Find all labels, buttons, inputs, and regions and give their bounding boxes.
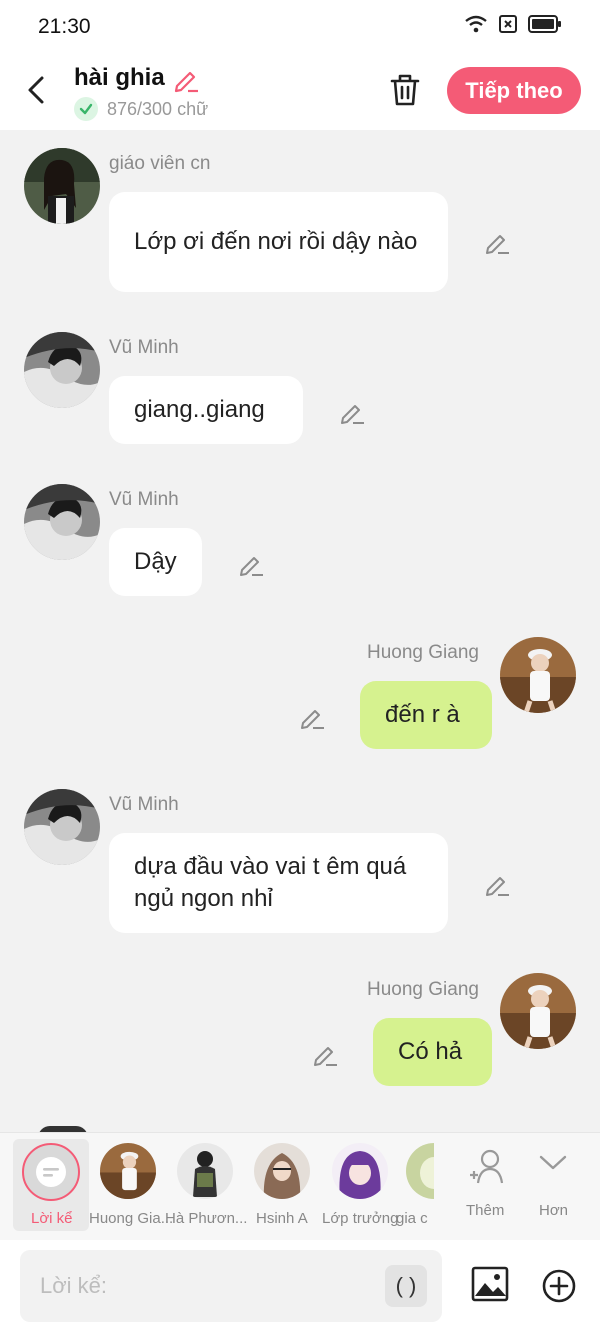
next-button[interactable]: Tiếp theo bbox=[447, 67, 581, 114]
character-name: Lớp trưởng bbox=[322, 1210, 399, 1227]
character-huong-giang[interactable]: Huong Gia... bbox=[89, 1133, 173, 1233]
battery-icon bbox=[528, 15, 561, 33]
character-avatar bbox=[177, 1143, 233, 1199]
sender-name: giáo viên cn bbox=[109, 153, 211, 174]
back-arrow-icon[interactable] bbox=[22, 72, 54, 108]
character-lop-truong[interactable]: Lớp trưởng bbox=[322, 1133, 399, 1233]
character-avatar bbox=[332, 1143, 388, 1199]
message-bubble[interactable]: Dậy bbox=[109, 528, 202, 596]
avatar-vu-minh[interactable] bbox=[24, 484, 100, 560]
character-avatar bbox=[254, 1143, 310, 1199]
edit-message-icon[interactable] bbox=[484, 870, 510, 896]
header: hài ghia 876/300 chữ Tiếp theo bbox=[0, 52, 600, 130]
edit-message-icon[interactable] bbox=[238, 550, 264, 576]
check-icon bbox=[74, 97, 98, 121]
edit-title-icon[interactable] bbox=[172, 65, 200, 93]
avatar-huong-giang[interactable] bbox=[500, 637, 576, 713]
word-count: 876/300 chữ bbox=[107, 99, 209, 119]
add-character-button[interactable]: Thêm bbox=[456, 1133, 516, 1233]
avatar-vu-minh[interactable] bbox=[24, 789, 100, 865]
story-title[interactable]: hài ghia bbox=[74, 64, 165, 92]
status-icons bbox=[464, 14, 562, 34]
sender-name: Vũ Minh bbox=[109, 489, 179, 510]
sender-name: Huong Giang bbox=[367, 642, 479, 663]
add-circle-icon[interactable] bbox=[542, 1269, 576, 1303]
character-ha-phuong[interactable]: Hà Phươn... bbox=[165, 1133, 247, 1233]
edit-message-icon[interactable] bbox=[312, 1040, 338, 1066]
avatar-vu-minh[interactable] bbox=[24, 332, 100, 408]
parentheses-button[interactable]: ( ) bbox=[385, 1265, 427, 1307]
character-gia-c[interactable]: gia c bbox=[396, 1133, 434, 1233]
character-hsinh-a[interactable]: Hsinh A bbox=[248, 1133, 318, 1233]
character-name: Hà Phươn... bbox=[165, 1210, 248, 1227]
more-label: Hơn bbox=[539, 1202, 569, 1219]
narration-input[interactable]: Lời kể: ( ) bbox=[20, 1250, 442, 1322]
status-time: 21:30 bbox=[38, 15, 91, 38]
character-name: gia c bbox=[396, 1210, 428, 1227]
status-bar: 21:30 bbox=[0, 0, 600, 52]
message-bubble[interactable]: Lớp ơi đến nơi rồi dậy nào bbox=[109, 192, 448, 292]
character-tray: Lời kể Huong Gia... Hà Phươn... Hsinh A … bbox=[0, 1132, 600, 1241]
chevron-down-icon bbox=[539, 1155, 567, 1170]
sender-name: Huong Giang bbox=[367, 979, 479, 1000]
message-bubble[interactable]: dựa đầu vào vai t êm quá ngủ ngon nhỉ bbox=[109, 833, 448, 933]
input-placeholder: Lời kể: bbox=[40, 1273, 108, 1298]
composer: Lời kể: ( ) bbox=[0, 1240, 600, 1333]
narrator-label: Lời kể bbox=[31, 1210, 73, 1227]
narrator-icon bbox=[22, 1143, 80, 1201]
avatar-huong-giang[interactable] bbox=[500, 973, 576, 1049]
message-bubble[interactable]: Có hả bbox=[373, 1018, 492, 1086]
chat-list: giáo viên cn Lớp ơi đến nơi rồi dậy nào … bbox=[0, 130, 600, 1132]
wifi-icon bbox=[465, 15, 487, 33]
image-icon[interactable] bbox=[471, 1266, 509, 1302]
sim-icon bbox=[499, 15, 517, 33]
character-avatar bbox=[100, 1143, 156, 1199]
character-name: Hsinh A bbox=[256, 1210, 308, 1227]
message-bubble[interactable]: đến r à bbox=[360, 681, 492, 749]
edit-message-icon[interactable] bbox=[484, 228, 510, 254]
character-avatar bbox=[406, 1143, 434, 1199]
edit-message-icon[interactable] bbox=[339, 398, 365, 424]
add-label: Thêm bbox=[466, 1202, 505, 1219]
message-bubble[interactable]: giang..giang bbox=[109, 376, 303, 444]
sender-name: Vũ Minh bbox=[109, 337, 179, 358]
trash-icon[interactable] bbox=[389, 73, 421, 107]
avatar-teacher[interactable] bbox=[24, 148, 100, 224]
edit-message-icon[interactable] bbox=[299, 703, 325, 729]
character-name: Huong Gia... bbox=[89, 1210, 174, 1227]
more-button[interactable]: Hơn bbox=[530, 1133, 576, 1233]
narrator-tab[interactable]: Lời kể bbox=[13, 1139, 89, 1231]
sender-name: Vũ Minh bbox=[109, 794, 179, 815]
add-person-icon bbox=[470, 1149, 504, 1184]
